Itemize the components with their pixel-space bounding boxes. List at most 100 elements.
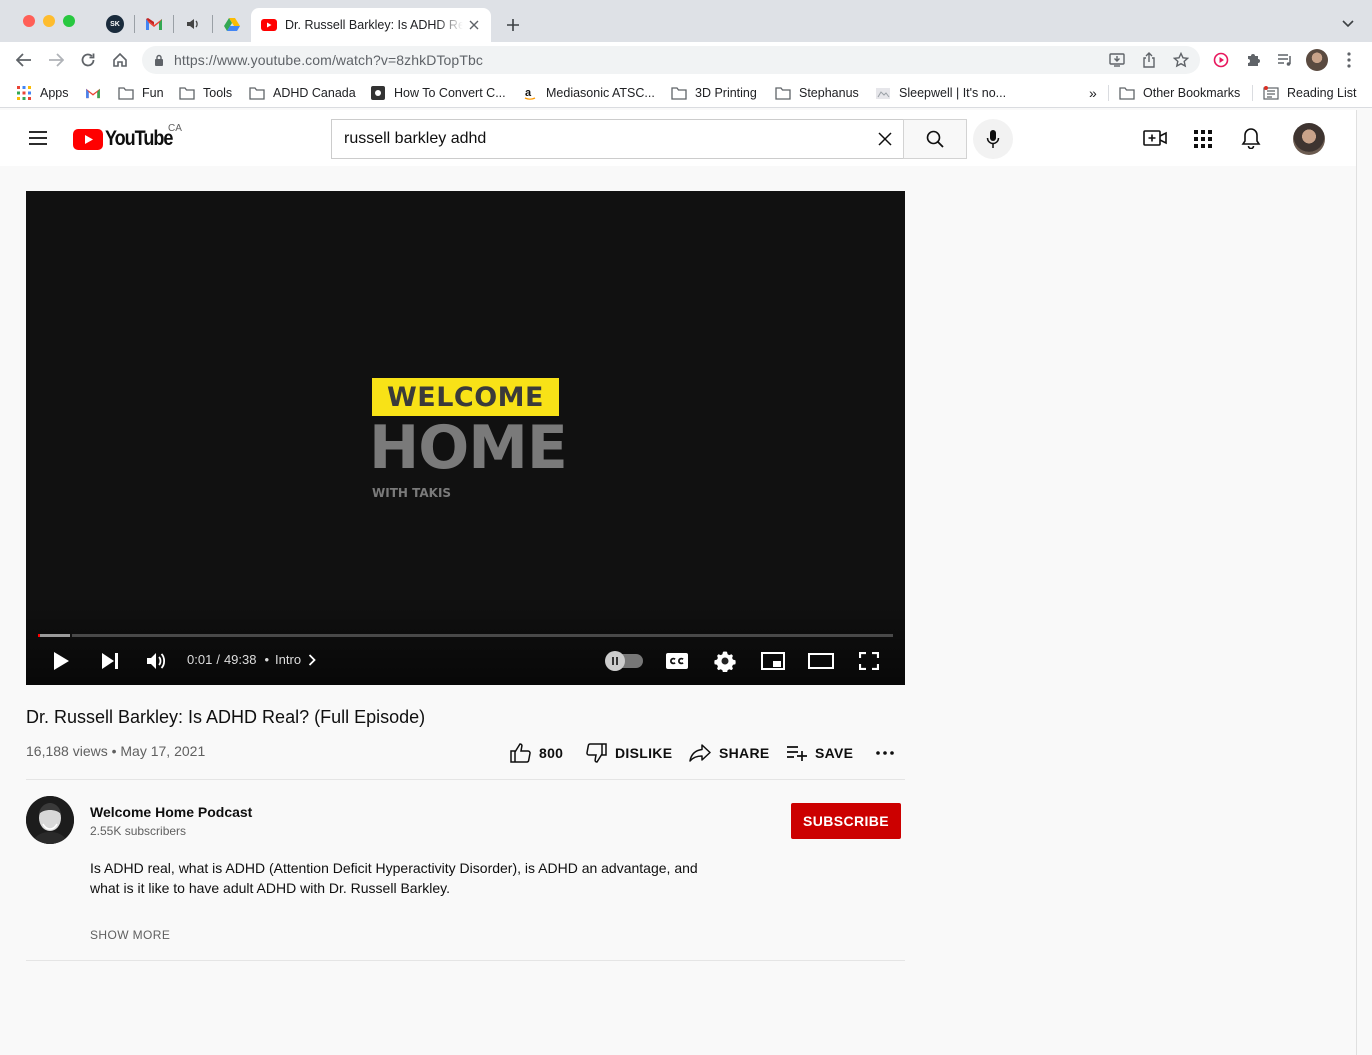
window-maximize-button[interactable] bbox=[63, 15, 75, 27]
page-scrollbar[interactable] bbox=[1356, 110, 1372, 1055]
bookmark-star-button[interactable] bbox=[1169, 48, 1193, 72]
bookmark-label: ADHD Canada bbox=[273, 86, 356, 100]
bookmarks-overflow-button[interactable]: » bbox=[1089, 83, 1097, 103]
active-tab[interactable]: Dr. Russell Barkley: Is ADHD Real? (Full… bbox=[251, 8, 491, 42]
next-button[interactable] bbox=[97, 646, 123, 676]
video-camera-add-icon bbox=[1143, 130, 1167, 146]
youtube-logo[interactable]: YouTube bbox=[73, 127, 183, 151]
bookmark-mediasonic[interactable]: a Mediasonic ATSC... bbox=[522, 83, 655, 103]
reload-button[interactable] bbox=[76, 48, 100, 72]
autoplay-toggle[interactable] bbox=[605, 646, 644, 676]
share-page-button[interactable] bbox=[1137, 48, 1161, 72]
subscriber-count: 2.55K subscribers bbox=[90, 824, 187, 838]
save-button[interactable]: SAVE bbox=[786, 741, 853, 765]
reading-list-button[interactable]: Reading List bbox=[1263, 83, 1357, 103]
youtube-masthead: YouTube CA russell barkley adhd bbox=[0, 110, 1356, 166]
apps-grid-icon bbox=[1194, 130, 1212, 148]
welcome-home-logo-takis: WITH TAKIS bbox=[372, 486, 452, 500]
more-actions-button[interactable] bbox=[876, 741, 902, 765]
closed-captions-icon bbox=[666, 653, 688, 669]
channel-avatar[interactable] bbox=[26, 796, 74, 844]
subscribe-button[interactable]: SUBSCRIBE bbox=[791, 803, 901, 839]
voice-search-button[interactable] bbox=[973, 119, 1013, 159]
search-input[interactable]: russell barkley adhd bbox=[331, 119, 904, 159]
home-button[interactable] bbox=[108, 48, 132, 72]
new-tab-icon[interactable] bbox=[506, 18, 520, 32]
bookmark-folder-stephanus[interactable]: Stephanus bbox=[775, 83, 859, 103]
mute-button[interactable] bbox=[144, 646, 170, 676]
folder-icon bbox=[775, 85, 791, 101]
dislike-button[interactable]: DISLIKE bbox=[586, 741, 672, 765]
bookmark-label: Fun bbox=[142, 86, 164, 100]
search-query-text: russell barkley adhd bbox=[344, 130, 487, 147]
progress-loaded bbox=[38, 634, 71, 637]
lock-icon[interactable] bbox=[154, 54, 164, 67]
extensions-button[interactable] bbox=[1241, 48, 1265, 72]
video-player[interactable]: WELCOME HOME WITH TAKIS 0:01 / 49:38 • I… bbox=[26, 191, 905, 685]
pinned-tab-audio[interactable] bbox=[174, 10, 212, 38]
video-stats: 16,188 views • May 17, 2021 bbox=[26, 743, 206, 759]
chevron-right-icon[interactable] bbox=[308, 653, 316, 666]
folder-icon bbox=[249, 85, 265, 101]
play-circle-extension-icon bbox=[1213, 52, 1229, 68]
bookmark-folder-other[interactable]: Other Bookmarks bbox=[1119, 83, 1240, 103]
window-close-button[interactable] bbox=[23, 15, 35, 27]
captions-button[interactable] bbox=[664, 646, 690, 676]
bookmark-apps[interactable]: Apps bbox=[16, 83, 69, 103]
tab-close-icon[interactable] bbox=[469, 20, 479, 30]
bookmark-gmail[interactable] bbox=[85, 83, 109, 103]
reading-list-icon bbox=[1263, 85, 1279, 101]
theater-mode-button[interactable] bbox=[808, 646, 834, 676]
apps-grid-icon bbox=[16, 85, 32, 101]
video-description: Is ADHD real, what is ADHD (Attention De… bbox=[90, 860, 698, 896]
notifications-button[interactable] bbox=[1241, 127, 1261, 154]
chapter-title[interactable]: Intro bbox=[275, 652, 301, 667]
tab-search-chevron-icon[interactable] bbox=[1342, 20, 1354, 28]
share-label: SHARE bbox=[719, 745, 770, 761]
volume-icon bbox=[147, 653, 166, 669]
install-app-button[interactable] bbox=[1105, 48, 1129, 72]
current-time: 0:01 bbox=[187, 652, 213, 667]
channel-name[interactable]: Welcome Home Podcast bbox=[90, 804, 252, 820]
google-drive-icon bbox=[224, 18, 240, 31]
url-host: https://www.youtube.com bbox=[174, 52, 332, 68]
pinned-tab-sk[interactable]: SK bbox=[96, 10, 134, 38]
bookmark-folder-fun[interactable]: Fun bbox=[118, 83, 164, 103]
forward-button[interactable] bbox=[44, 48, 68, 72]
folder-icon bbox=[118, 85, 134, 101]
fullscreen-button[interactable] bbox=[856, 646, 882, 676]
profile-button[interactable] bbox=[1305, 48, 1329, 72]
settings-button[interactable] bbox=[712, 646, 738, 676]
microphone-icon bbox=[986, 130, 1000, 148]
like-button[interactable]: 800 bbox=[510, 741, 563, 765]
bookmark-folder-tools[interactable]: Tools bbox=[179, 83, 232, 103]
bookmark-sleepwell[interactable]: Sleepwell | It's no... bbox=[875, 83, 1006, 103]
pinned-tab-gmail[interactable] bbox=[135, 10, 173, 38]
account-avatar[interactable] bbox=[1293, 123, 1325, 155]
guide-menu-button[interactable] bbox=[28, 130, 48, 151]
bookmark-folder-3d-printing[interactable]: 3D Printing bbox=[671, 83, 757, 103]
create-video-button[interactable] bbox=[1143, 128, 1167, 153]
miniplayer-button[interactable] bbox=[760, 646, 786, 676]
address-bar[interactable]: https://www.youtube.com/watch?v=8zhkDTop… bbox=[142, 46, 1200, 74]
clear-search-icon[interactable] bbox=[878, 132, 892, 146]
bookmark-label: Mediasonic ATSC... bbox=[546, 86, 655, 100]
media-controls-button[interactable] bbox=[1273, 48, 1297, 72]
pinned-tab-drive[interactable] bbox=[213, 10, 251, 38]
show-more-button[interactable]: SHOW MORE bbox=[90, 928, 170, 942]
window-minimize-button[interactable] bbox=[43, 15, 55, 27]
puzzle-icon bbox=[1248, 54, 1260, 66]
share-button[interactable]: SHARE bbox=[689, 741, 770, 765]
search-button[interactable] bbox=[903, 119, 967, 159]
dislike-label: DISLIKE bbox=[615, 745, 673, 761]
progress-bar[interactable] bbox=[38, 634, 893, 637]
back-button[interactable] bbox=[12, 48, 36, 72]
bookmark-how-to-convert[interactable]: How To Convert C... bbox=[370, 83, 506, 103]
time-display: 0:01 / 49:38 • Intro bbox=[187, 652, 316, 667]
browser-menu-button[interactable] bbox=[1337, 48, 1361, 72]
youtube-apps-button[interactable] bbox=[1194, 130, 1212, 153]
play-button[interactable] bbox=[48, 646, 74, 676]
bookmark-folder-adhd-canada[interactable]: ADHD Canada bbox=[249, 83, 356, 103]
extension-youtube-button[interactable] bbox=[1209, 48, 1233, 72]
fullscreen-icon bbox=[859, 652, 879, 670]
